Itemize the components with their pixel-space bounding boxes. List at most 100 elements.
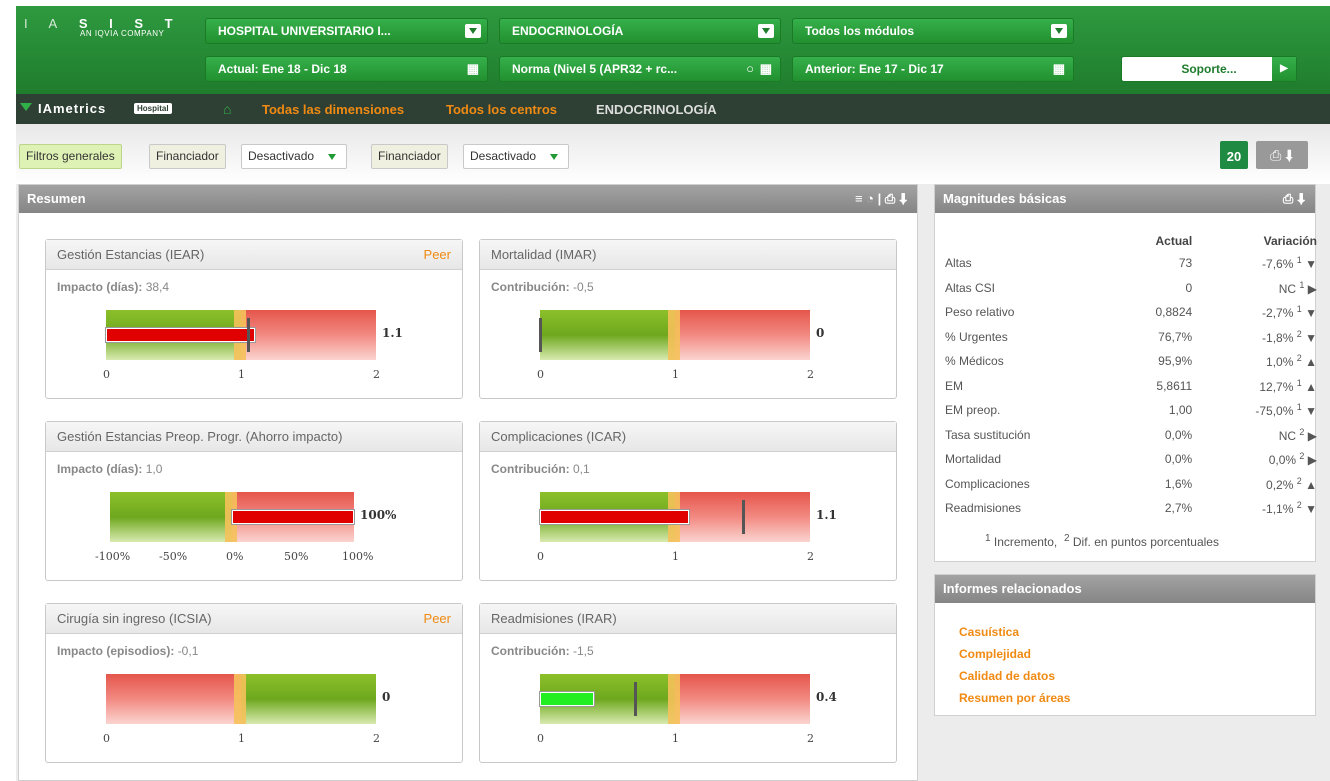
variation-note: 2: [1296, 328, 1302, 339]
variation-value: NC: [1278, 281, 1297, 296]
trend-icon: ▼: [1305, 257, 1317, 272]
financier-label-1: Financiador: [149, 144, 226, 169]
tick-label: 0%: [226, 550, 244, 563]
threshold-band: [668, 674, 680, 724]
magnitude-actual: 0,8824: [1155, 305, 1193, 320]
bullet-chart: 100% -100% -50% 0% 50% 100%: [46, 422, 464, 582]
calendar-icon: ▦: [1052, 61, 1065, 76]
previous-period-label: Anterior: Ene 17 - Dic 17: [805, 62, 944, 76]
zone-right: [675, 310, 810, 360]
magnitude-name: Complicaciones: [945, 476, 1030, 491]
breadcrumb-item-dimensions[interactable]: Todas las dimensiones: [262, 102, 404, 117]
menu-toggle-icon[interactable]: [20, 103, 32, 111]
variation-note: 1: [1296, 255, 1302, 266]
magnitude-actual: 2,7%: [1164, 501, 1193, 516]
export-button[interactable]: ⎙ ⬇: [1256, 141, 1308, 169]
previous-period-select[interactable]: Anterior: Ene 17 - Dic 17 ▦: [792, 56, 1074, 82]
magnitude-name: % Médicos: [945, 354, 1004, 369]
top20-button[interactable]: 20: [1220, 141, 1248, 169]
content-area: Resumen ≡ ◔ | ⎙ ⬇ Gestión Estancias (IEAR…: [16, 184, 1330, 781]
service-select[interactable]: ENDOCRINOLOGÍA: [499, 18, 781, 44]
magnitude-name: EM preop.: [945, 403, 1001, 418]
related-link[interactable]: Complejidad: [959, 643, 1070, 665]
service-label: ENDOCRINOLOGÍA: [512, 24, 624, 38]
breadcrumb: IAmetrics Hospital ⌂ Todas las dimension…: [16, 94, 1330, 124]
tick-label: 1: [238, 732, 245, 745]
related-link[interactable]: Resumen por áreas: [959, 687, 1070, 709]
variation-note: 2: [1299, 451, 1305, 462]
magnitude-row: Readmisiones 2,7% -1,1% 2 ▼: [945, 496, 1317, 521]
financier-select-1[interactable]: Desactivado: [241, 144, 347, 169]
variation-note: 2: [1296, 353, 1302, 364]
magnitude-row: Tasa sustitución 0,0% NC 2 ▶: [945, 423, 1317, 448]
related-link[interactable]: Casuística: [959, 621, 1070, 643]
calendar-icon: ▦: [466, 61, 479, 76]
tick-label: -50%: [159, 550, 188, 563]
variation-value: 0,0%: [1268, 453, 1297, 468]
target-marker: [539, 318, 542, 352]
breadcrumb-item-centers[interactable]: Todos los centros: [446, 102, 557, 117]
variation-value: 1,0%: [1266, 355, 1294, 370]
kpi-value-label: 1.1: [382, 326, 403, 340]
print-icon[interactable]: ⎙: [1283, 191, 1293, 206]
trend-icon: ▶: [1307, 281, 1317, 296]
zone-left: [110, 492, 232, 542]
related-reports-title: Informes relacionados: [943, 581, 1082, 596]
bullet-chart: 0.4 0 1 2: [480, 604, 898, 764]
basic-magnitudes-header: Magnitudes básicas ⎙ ⬇: [935, 185, 1315, 213]
trend-icon: ▲: [1305, 477, 1317, 492]
tick-label: 0: [537, 550, 544, 563]
download-icon: ⬇: [1285, 147, 1294, 163]
basic-tools[interactable]: ⎙ ⬇: [1283, 185, 1305, 213]
bullet-chart: 0 0 1 2: [480, 240, 898, 400]
zone-right: [675, 674, 810, 724]
basic-magnitudes-panel: Magnitudes básicas ⎙ ⬇ Actual Variación Al…: [934, 184, 1317, 562]
magnitude-actual: 76,7%: [1158, 329, 1193, 344]
top-header: I A S I S T AN IQVIA COMPANY HOSPITAL UN…: [16, 6, 1330, 94]
variation-note: 1: [1296, 304, 1302, 315]
modules-select[interactable]: Todos los módulos: [792, 18, 1074, 44]
hospital-select[interactable]: HOSPITAL UNIVERSITARIO I...: [205, 18, 488, 44]
download-icon[interactable]: ⬇: [899, 191, 907, 206]
current-period-select[interactable]: Actual: Ene 18 - Dic 18 ▦: [205, 56, 488, 82]
variation-value: 12,7%: [1259, 379, 1294, 394]
related-link[interactable]: Calidad de datos: [959, 665, 1070, 687]
tick-label: 2: [807, 550, 814, 563]
threshold-band: [668, 310, 680, 360]
support-label: Soporte...: [1181, 62, 1237, 76]
print-icon[interactable]: ⎙: [885, 191, 895, 206]
zone-left: [106, 674, 241, 724]
support-button[interactable]: Soporte... ▶: [1121, 56, 1297, 82]
download-icon[interactable]: ⬇: [1297, 191, 1305, 206]
variation-value: -7,6%: [1262, 257, 1294, 272]
refresh-icon[interactable]: ○: [746, 57, 754, 81]
summary-title: Resumen: [27, 191, 86, 206]
financier-select-2[interactable]: Desactivado: [463, 144, 569, 169]
norm-select[interactable]: Norma (Nivel 5 (APR32 + rc... ○ ▦: [499, 56, 781, 82]
general-filters-button[interactable]: Filtros generales: [19, 144, 122, 169]
variation-note: 1: [1296, 402, 1302, 413]
filters-bar: Filtros generales Financiador Desactivad…: [16, 124, 1330, 184]
pie-chart-icon[interactable]: ◔: [866, 191, 874, 206]
related-reports-panel: Informes relacionados Casuística Compleji…: [934, 574, 1316, 716]
home-icon[interactable]: ⌂: [223, 101, 231, 117]
variation-value: -1,1%: [1262, 502, 1294, 517]
col-actual: Actual: [1155, 234, 1193, 248]
tick-label: 2: [807, 732, 814, 745]
tick-label: 2: [807, 368, 814, 381]
summary-tools[interactable]: ≡ ◔ | ⎙ ⬇: [855, 185, 907, 213]
bullet-chart: 0 0 1 2: [46, 604, 464, 764]
tick-label: 1: [672, 550, 679, 563]
magnitude-variation: NC 1 ▶: [1192, 276, 1317, 301]
kpi-value-label: 0: [382, 690, 391, 704]
tick-label: -100%: [95, 550, 131, 563]
breadcrumb-item-service: ENDOCRINOLOGÍA: [596, 102, 717, 117]
trend-icon: ▲: [1305, 355, 1317, 370]
value-bar: [232, 510, 354, 524]
zone-left: [540, 310, 675, 360]
hospital-label: HOSPITAL UNIVERSITARIO I...: [218, 24, 391, 38]
related-reports-header: Informes relacionados: [935, 575, 1315, 603]
list-icon[interactable]: ≡: [855, 191, 863, 206]
calendar-icon: ▦: [759, 61, 772, 76]
hospital-badge: Hospital: [134, 103, 172, 114]
